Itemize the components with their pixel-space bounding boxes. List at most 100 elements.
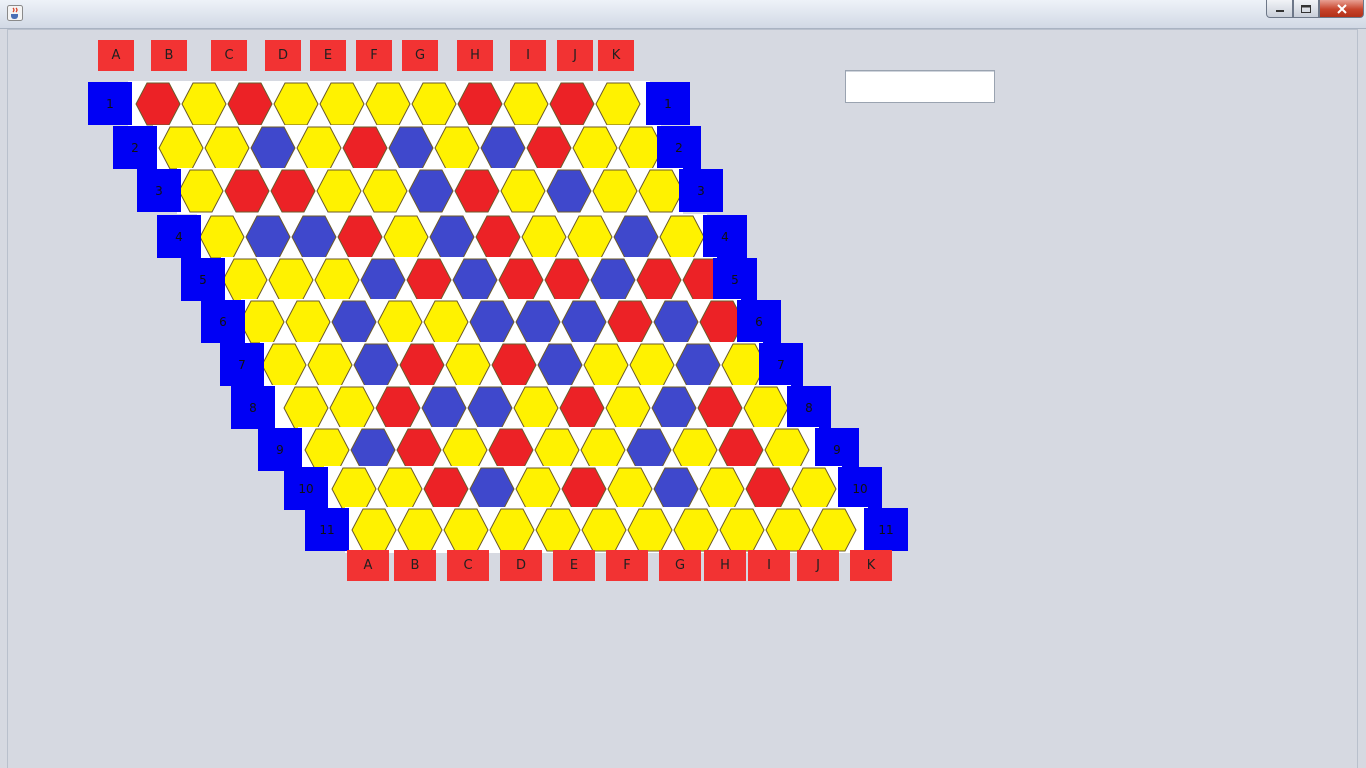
hex-cell-E10[interactable] <box>515 467 561 511</box>
hex-cell-B6[interactable] <box>285 300 331 344</box>
hex-cell-A7[interactable] <box>261 343 307 387</box>
hex-cell-G4[interactable] <box>475 215 521 259</box>
hex-cell-K11[interactable] <box>811 508 857 552</box>
hex-cell-I11[interactable] <box>719 508 765 552</box>
hex-cell-B8[interactable] <box>329 386 375 430</box>
hex-cell-G1[interactable] <box>411 82 457 126</box>
hex-cell-E1[interactable] <box>319 82 365 126</box>
hex-cell-E6[interactable] <box>423 300 469 344</box>
hex-cell-B5[interactable] <box>268 258 314 302</box>
hex-cell-I10[interactable] <box>699 467 745 511</box>
hex-cell-E2[interactable] <box>342 126 388 170</box>
hex-cell-A11[interactable] <box>351 508 397 552</box>
hex-cell-F6[interactable] <box>469 300 515 344</box>
hex-cell-J1[interactable] <box>549 82 595 126</box>
hex-cell-C11[interactable] <box>443 508 489 552</box>
hex-cell-D8[interactable] <box>421 386 467 430</box>
hex-cell-B11[interactable] <box>397 508 443 552</box>
hex-cell-G8[interactable] <box>559 386 605 430</box>
hex-cell-B2[interactable] <box>204 126 250 170</box>
hex-cell-E3[interactable] <box>362 169 408 213</box>
hex-cell-J4[interactable] <box>613 215 659 259</box>
hex-cell-D4[interactable] <box>337 215 383 259</box>
hex-cell-B7[interactable] <box>307 343 353 387</box>
hex-cell-C8[interactable] <box>375 386 421 430</box>
hex-cell-A3[interactable] <box>178 169 224 213</box>
hex-cell-A5[interactable] <box>222 258 268 302</box>
hex-cell-J11[interactable] <box>765 508 811 552</box>
hex-cell-J10[interactable] <box>745 467 791 511</box>
hex-cell-K3[interactable] <box>638 169 684 213</box>
hex-cell-I6[interactable] <box>607 300 653 344</box>
hex-cell-E5[interactable] <box>406 258 452 302</box>
hex-cell-F11[interactable] <box>581 508 627 552</box>
hex-cell-E4[interactable] <box>383 215 429 259</box>
hex-cell-G7[interactable] <box>537 343 583 387</box>
hex-cell-G6[interactable] <box>515 300 561 344</box>
hex-cell-A1[interactable] <box>135 82 181 126</box>
hex-cell-K8[interactable] <box>743 386 789 430</box>
hex-cell-J3[interactable] <box>592 169 638 213</box>
hex-cell-C1[interactable] <box>227 82 273 126</box>
hex-cell-F2[interactable] <box>388 126 434 170</box>
hex-cell-G5[interactable] <box>498 258 544 302</box>
hex-cell-K10[interactable] <box>791 467 837 511</box>
hex-cell-D6[interactable] <box>377 300 423 344</box>
hex-cell-H3[interactable] <box>500 169 546 213</box>
hex-cell-A4[interactable] <box>199 215 245 259</box>
hex-cell-H5[interactable] <box>544 258 590 302</box>
hex-cell-H6[interactable] <box>561 300 607 344</box>
hex-cell-B10[interactable] <box>377 467 423 511</box>
hex-cell-E7[interactable] <box>445 343 491 387</box>
hex-cell-D2[interactable] <box>296 126 342 170</box>
hex-cell-C10[interactable] <box>423 467 469 511</box>
hex-cell-C4[interactable] <box>291 215 337 259</box>
hex-cell-I8[interactable] <box>651 386 697 430</box>
hex-cell-J7[interactable] <box>675 343 721 387</box>
hex-cell-E8[interactable] <box>467 386 513 430</box>
hex-cell-F1[interactable] <box>365 82 411 126</box>
hex-cell-H8[interactable] <box>605 386 651 430</box>
hex-cell-F8[interactable] <box>513 386 559 430</box>
hex-cell-D11[interactable] <box>489 508 535 552</box>
hex-cell-A8[interactable] <box>283 386 329 430</box>
hex-cell-B1[interactable] <box>181 82 227 126</box>
hex-cell-H10[interactable] <box>653 467 699 511</box>
hex-cell-B4[interactable] <box>245 215 291 259</box>
hex-cell-J2[interactable] <box>572 126 618 170</box>
hex-cell-A10[interactable] <box>331 467 377 511</box>
hex-cell-D3[interactable] <box>316 169 362 213</box>
hex-cell-J8[interactable] <box>697 386 743 430</box>
hex-cell-C7[interactable] <box>353 343 399 387</box>
hex-cell-F3[interactable] <box>408 169 454 213</box>
hex-cell-I2[interactable] <box>526 126 572 170</box>
hex-cell-E11[interactable] <box>535 508 581 552</box>
hex-cell-I3[interactable] <box>546 169 592 213</box>
hex-cell-D1[interactable] <box>273 82 319 126</box>
hex-cell-C5[interactable] <box>314 258 360 302</box>
hex-cell-C2[interactable] <box>250 126 296 170</box>
hex-cell-F7[interactable] <box>491 343 537 387</box>
hex-cell-B3[interactable] <box>224 169 270 213</box>
hex-cell-H1[interactable] <box>457 82 503 126</box>
hex-cell-H4[interactable] <box>521 215 567 259</box>
hex-cell-D7[interactable] <box>399 343 445 387</box>
hex-cell-G11[interactable] <box>627 508 673 552</box>
hex-cell-A6[interactable] <box>239 300 285 344</box>
hex-cell-K4[interactable] <box>659 215 705 259</box>
hex-cell-C3[interactable] <box>270 169 316 213</box>
hex-cell-I4[interactable] <box>567 215 613 259</box>
hex-cell-G10[interactable] <box>607 467 653 511</box>
hex-cell-J6[interactable] <box>653 300 699 344</box>
hex-cell-D5[interactable] <box>360 258 406 302</box>
hex-cell-C6[interactable] <box>331 300 377 344</box>
hex-cell-I5[interactable] <box>590 258 636 302</box>
hex-cell-F10[interactable] <box>561 467 607 511</box>
hex-cell-G3[interactable] <box>454 169 500 213</box>
hex-cell-G2[interactable] <box>434 126 480 170</box>
hex-cell-F4[interactable] <box>429 215 475 259</box>
hex-cell-J5[interactable] <box>636 258 682 302</box>
hex-cell-I1[interactable] <box>503 82 549 126</box>
hex-cell-D10[interactable] <box>469 467 515 511</box>
hex-cell-H11[interactable] <box>673 508 719 552</box>
